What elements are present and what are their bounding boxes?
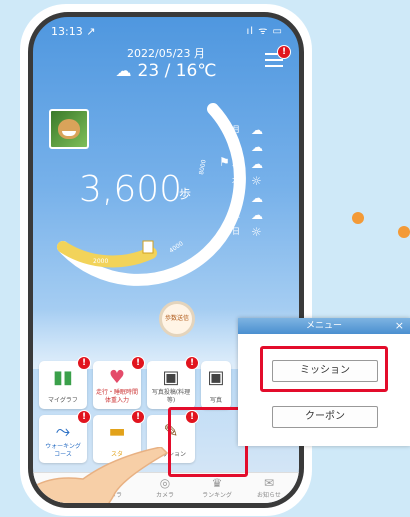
forecast-day: 木: [232, 176, 240, 185]
cloud-rain-icon: ☁: [251, 122, 263, 137]
photo-icon: ▣: [162, 367, 180, 388]
forecast-row: 日 ☼: [229, 223, 285, 240]
tab-label: ランキング: [202, 492, 232, 499]
alert-badge: !: [131, 410, 145, 424]
close-icon[interactable]: ×: [395, 318, 404, 334]
menu-popup: メニュー × ミッション クーポン: [238, 318, 410, 446]
sun-icon: ☼: [251, 224, 262, 239]
forecast-row: 木 ☼: [229, 172, 285, 189]
tab-ranking[interactable]: ♛ ランキング: [195, 476, 239, 499]
scale-4000-label: 4000: [168, 240, 185, 255]
tile-label: 写真: [209, 397, 222, 404]
step-count: 3,600: [79, 169, 183, 210]
decorative-dot: [398, 226, 410, 238]
forecast-day: 火: [232, 142, 240, 151]
coupon-option-button[interactable]: クーポン: [272, 406, 378, 428]
alert-badge: !: [77, 356, 91, 370]
bar-chart-icon: ▮▮: [53, 367, 73, 388]
menu-popup-header: メニュー ×: [238, 318, 410, 334]
forecast-day: 日: [232, 227, 240, 236]
tile-label: 写真投稿(料理等): [151, 389, 191, 404]
forecast-day: 水: [232, 159, 240, 168]
tab-label: お知らせ: [257, 492, 281, 499]
chat-icon: ✉: [263, 476, 275, 490]
alert-badge: !: [185, 356, 199, 370]
route-icon: ⤳: [55, 421, 71, 442]
menu-popup-title: メニュー: [305, 321, 342, 331]
step-unit: 歩: [179, 187, 192, 201]
tab-notices[interactable]: ✉ お知らせ: [247, 476, 291, 499]
forecast-day: 月: [232, 125, 240, 134]
sun-icon: ☼: [251, 173, 262, 188]
alert-badge: !: [131, 356, 145, 370]
cloud-rain-icon: ☁: [251, 207, 263, 222]
mission-option-button[interactable]: ミッション: [272, 360, 378, 382]
mission-tile-highlight: [168, 407, 248, 477]
tile-label: 走行・睡眠時間 体重入力: [95, 389, 138, 404]
tile-photo[interactable]: ▣ 写真: [201, 361, 231, 409]
tile-activity-input[interactable]: ♥ 走行・睡眠時間 体重入力 !: [93, 356, 145, 409]
forecast-day: 土: [232, 210, 240, 219]
forecast-row: 月 ☁: [229, 121, 285, 138]
tile-label: マイグラフ: [48, 397, 78, 404]
decorative-dot: [352, 212, 364, 224]
cloud-icon: ☁: [251, 156, 263, 171]
cloud-icon: ☁: [251, 139, 263, 154]
scale-8000-label: 8000: [198, 159, 208, 175]
weekly-forecast: 月 ☁ 火 ☁ 水 ☁ 木 ☼ 金 ☁ 土 ☁ 日 ☼: [229, 121, 285, 240]
alert-badge: !: [77, 410, 91, 424]
forecast-row: 金 ☁: [229, 189, 285, 206]
cloud-rain-icon: ☁: [251, 190, 263, 205]
photo-icon: ▣: [207, 367, 225, 388]
forecast-row: 水 ☁: [229, 155, 285, 172]
scale-2000-label: 2000: [93, 258, 108, 265]
tile-photo-post[interactable]: ▣ 写真投稿(料理等) !: [147, 356, 199, 409]
pointing-hand-icon: [33, 447, 169, 503]
crown-icon: ♛: [211, 476, 223, 490]
send-steps-button[interactable]: 歩数送信: [159, 301, 195, 337]
heart-icon: ♥: [108, 367, 126, 388]
forecast-day: 金: [232, 193, 240, 202]
tile-my-graph[interactable]: ▮▮ マイグラフ !: [39, 356, 91, 409]
ring-marker: [142, 240, 154, 254]
forecast-row: 土 ☁: [229, 206, 285, 223]
forecast-row: 火 ☁: [229, 138, 285, 155]
stamp-icon: ▬: [108, 421, 126, 442]
